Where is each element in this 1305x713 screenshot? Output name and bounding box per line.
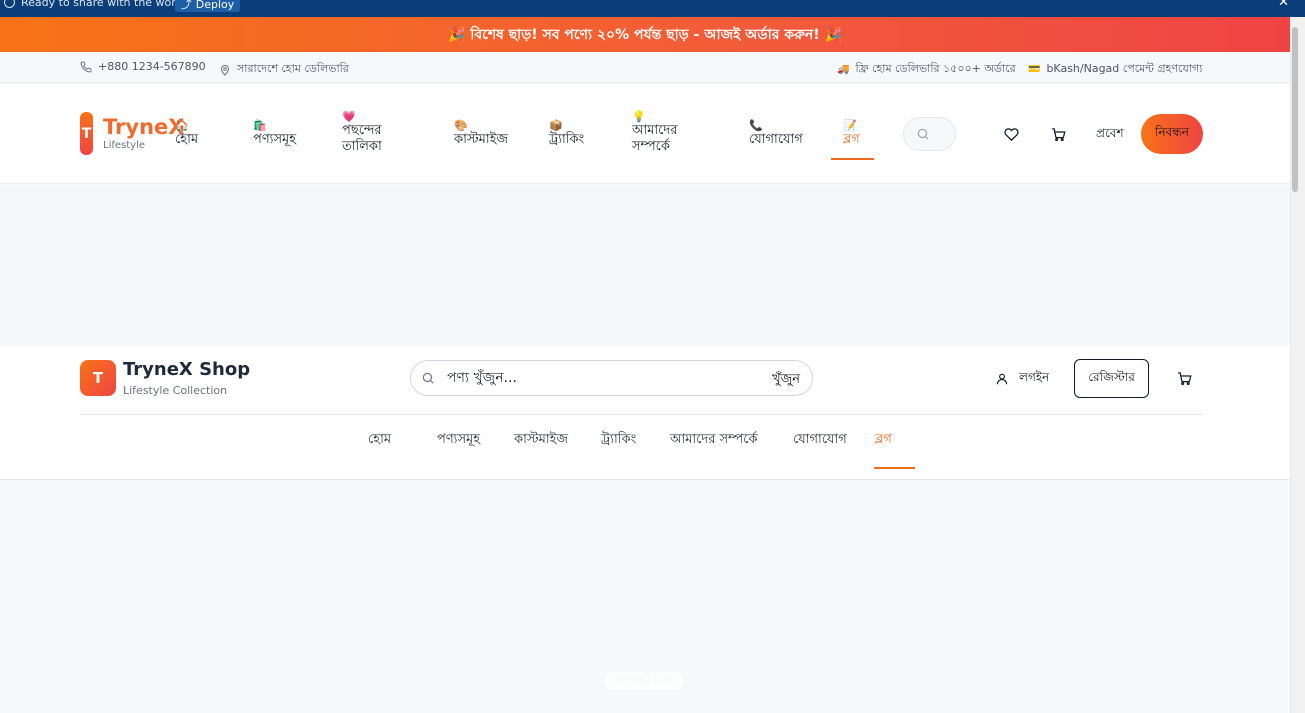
content-placeholder xyxy=(0,185,1290,345)
nav2-products[interactable]: পণ্যসমূহ xyxy=(437,430,480,451)
deploy-button[interactable]: ⤴ Deploy xyxy=(175,0,240,12)
info-icon xyxy=(4,0,15,8)
cart-icon[interactable] xyxy=(1047,123,1069,145)
search-input[interactable] xyxy=(447,361,747,395)
nav-contact[interactable]: 📞 যোগাযোগ xyxy=(749,118,803,148)
nav-home[interactable]: 🏠 হোম xyxy=(175,118,198,148)
logo-subtitle: Lifestyle xyxy=(103,140,146,151)
nav-contact-label: যোগাযোগ xyxy=(749,132,803,147)
nav2-blog[interactable]: ব্লগ xyxy=(875,430,892,451)
search-bar: খুঁজুন xyxy=(410,360,813,396)
search-toggle[interactable] xyxy=(903,117,956,151)
nav-tracking-label: ট্র্যাকিং xyxy=(549,132,585,147)
shop-logo-letter: T xyxy=(92,369,104,387)
nav2-tracking[interactable]: ট্র্যাকিং xyxy=(601,430,636,451)
register-label: নিবন্ধন xyxy=(1155,125,1189,139)
delivery-area-text: সারাদেশে হোম ডেলিভারি xyxy=(237,62,349,75)
palette-icon: 🎨 xyxy=(454,119,468,132)
nav-wishlist[interactable]: 💗 পছন্দের তালিকা xyxy=(342,109,412,155)
info-bar: +880 1234-567890 সারাদেশে হোম ডেলিভারি 🚚… xyxy=(0,52,1290,83)
nav-products-label: পণ্যসমূহ xyxy=(253,132,297,147)
phone-number: +880 1234-567890 xyxy=(98,60,206,73)
free-delivery-text: ফ্রি হোম ডেলিভারি ১৫০০+ অর্ডারে xyxy=(855,62,1016,75)
nav2-active-indicator xyxy=(874,467,915,469)
package-icon: 📦 xyxy=(549,119,563,132)
payment-info: 💳 bKash/Nagad পেমেন্ট গ্রহণযোগ্য xyxy=(1028,60,1202,79)
nav-home-label: হোম xyxy=(175,132,199,147)
login-button[interactable]: লগইন xyxy=(995,369,1049,389)
home-icon: 🏠 xyxy=(175,119,189,132)
register-button[interactable]: নিবন্ধন xyxy=(1141,114,1203,154)
nav-customize[interactable]: 🎨 কাস্টমাইজ xyxy=(454,118,508,148)
nav-products[interactable]: 🛍️ পণ্যসমূহ xyxy=(253,118,296,148)
free-delivery-info: 🚚 ফ্রি হোম ডেলিভারি ১৫০০+ অর্ডারে xyxy=(837,60,1016,79)
nav-tracking[interactable]: 📦 ট্র্যাকিং xyxy=(549,118,584,148)
scrollbar-thumb[interactable] xyxy=(1292,27,1298,192)
logo-name[interactable]: TryneX xyxy=(103,115,184,139)
login-label: লগইন xyxy=(1019,370,1050,384)
deploy-message: Ready to share with the world? xyxy=(4,0,192,9)
payment-text: bKash/Nagad পেমেন্ট গ্রহণযোগ্য xyxy=(1046,62,1203,75)
nav-blog[interactable]: 📝 ব্লগ xyxy=(843,118,860,148)
nav2-about[interactable]: আমাদের সম্পর্কে xyxy=(670,430,757,451)
lightbulb-icon: 💡 xyxy=(632,110,646,123)
shop-logo-mark[interactable]: T xyxy=(80,360,116,396)
header-divider xyxy=(80,414,1203,415)
cart-icon[interactable] xyxy=(1173,367,1195,389)
logo-mark[interactable]: T xyxy=(80,112,93,155)
phone-icon xyxy=(80,60,92,73)
card-icon: 💳 xyxy=(1028,64,1041,75)
nav2-contact[interactable]: যোগাযোগ xyxy=(793,430,847,451)
logo-letter: T xyxy=(81,125,92,142)
search-button[interactable]: খুঁজুন xyxy=(772,370,800,391)
shop-logo-name[interactable]: TryneX Shop xyxy=(123,359,250,380)
user-icon xyxy=(995,372,1009,386)
delivery-area-info: সারাদেশে হোম ডেলিভারি xyxy=(219,60,349,79)
phone-emoji-icon: 📞 xyxy=(749,119,763,132)
deploy-label: Deploy xyxy=(195,0,235,11)
nav-about[interactable]: 💡 আমাদের সম্পর্কে xyxy=(632,109,712,155)
nav-blog-label: ব্লগ xyxy=(843,132,860,147)
search-icon xyxy=(912,123,934,145)
close-icon[interactable]: ✕ xyxy=(1278,0,1289,10)
nav-about-label: আমাদের সম্পর্কে xyxy=(632,123,678,154)
search-icon xyxy=(417,367,439,389)
heart-emoji-icon: 💗 xyxy=(342,110,356,123)
truck-icon: 🚚 xyxy=(837,64,850,75)
status-toast: আপডেট হচ্ছে xyxy=(604,672,684,690)
rocket-icon: ⤴ xyxy=(180,0,192,11)
shopping-bag-icon: 🛍️ xyxy=(253,119,267,132)
nav2-customize[interactable]: কাস্টমাইজ xyxy=(514,430,568,451)
wishlist-heart-icon[interactable] xyxy=(1000,123,1022,145)
phone-info: +880 1234-567890 xyxy=(80,60,206,73)
promo-text: 🎉 বিশেষ ছাড়! সব পণ্যে ২০% পর্যন্ত ছাড় … xyxy=(448,26,842,43)
deploy-bar: Ready to share with the world? ⤴ Deploy … xyxy=(0,0,1305,17)
register-outline-label: রেজিস্টার xyxy=(1088,369,1135,384)
shop-logo-subtitle: Lifestyle Collection xyxy=(123,384,228,397)
login-link[interactable]: প্রবেশ xyxy=(1096,125,1124,145)
nav2-home[interactable]: হোম xyxy=(368,430,391,451)
map-pin-icon xyxy=(219,64,231,76)
promo-banner: 🎉 বিশেষ ছাড়! সব পণ্যে ২০% পর্যন্ত ছাড় … xyxy=(0,17,1290,52)
nav-active-indicator xyxy=(831,158,874,160)
memo-icon: 📝 xyxy=(843,119,857,132)
register-outline-button[interactable]: রেজিস্টার xyxy=(1074,359,1149,398)
nav-wishlist-label: পছন্দের তালিকা xyxy=(342,123,382,154)
deploy-message-text: Ready to share with the world? xyxy=(21,0,192,9)
nav-customize-label: কাস্টমাইজ xyxy=(454,132,509,147)
